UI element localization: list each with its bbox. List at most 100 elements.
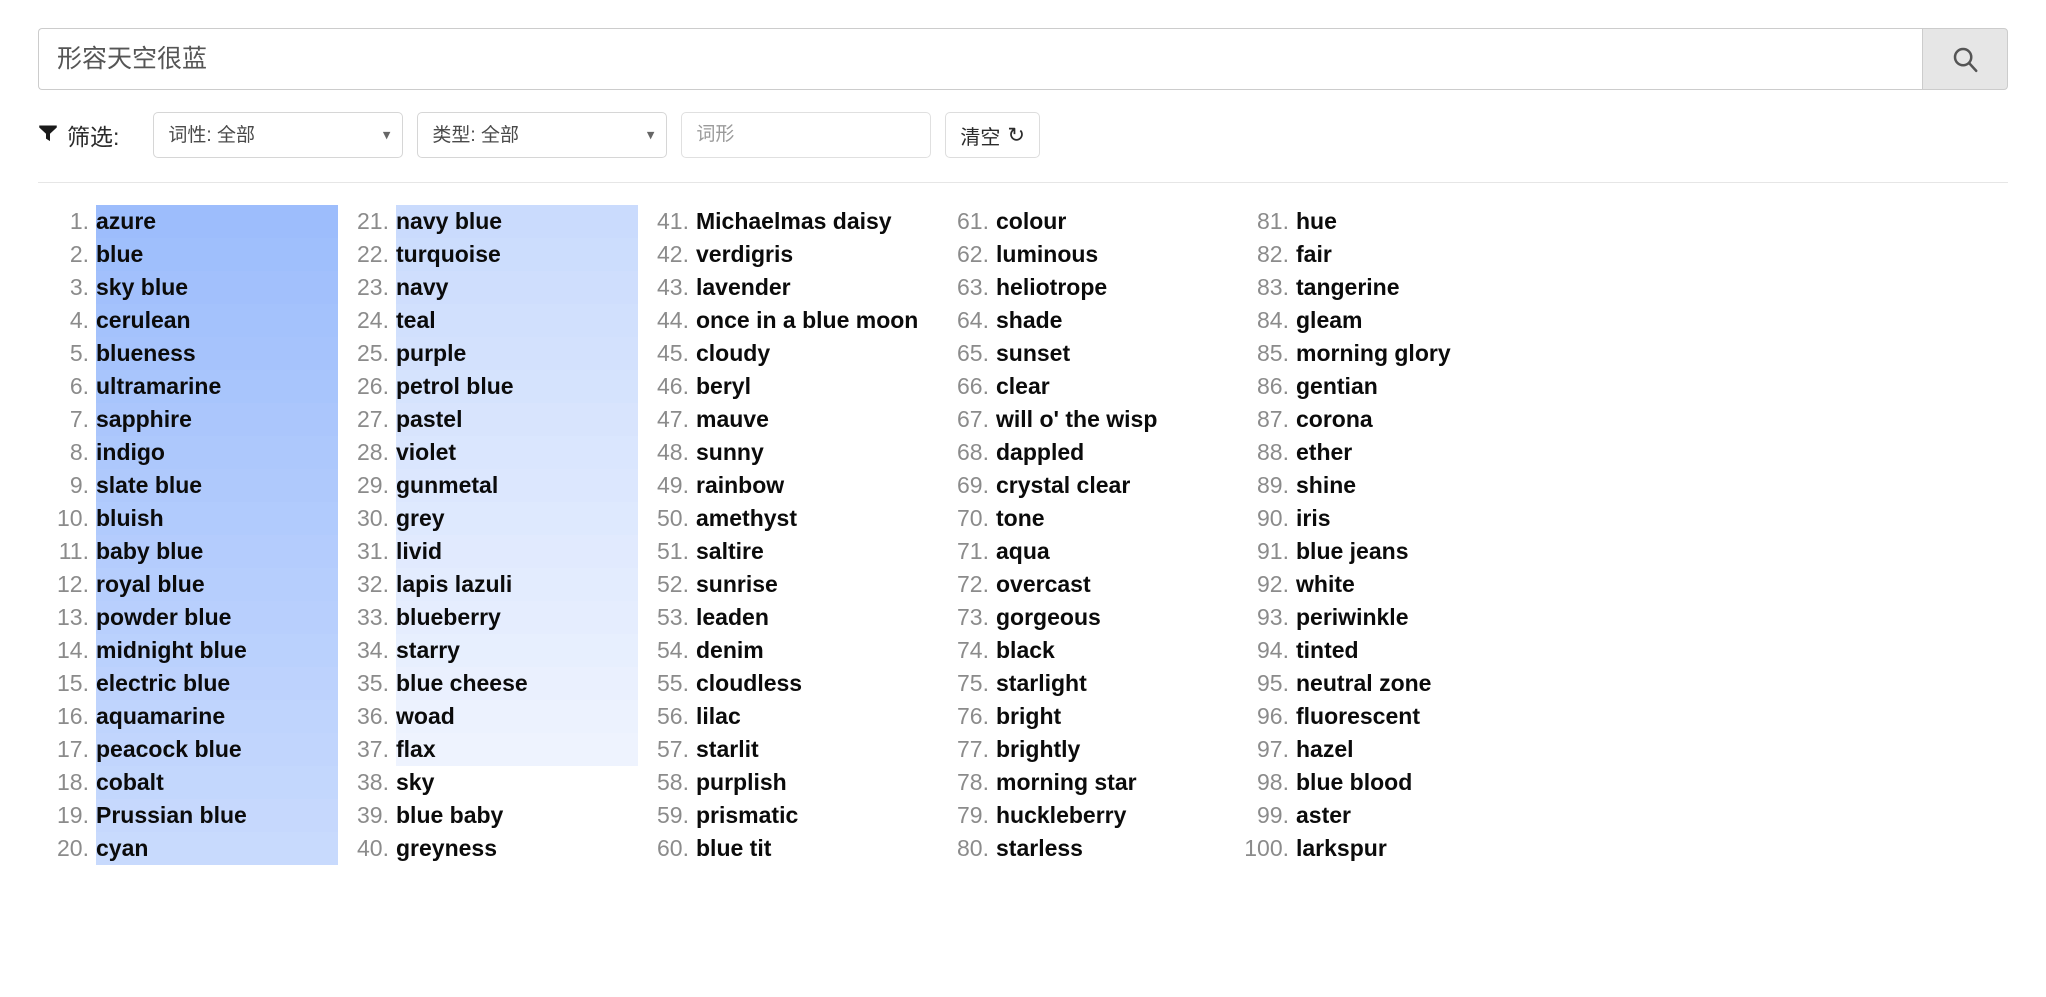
result-item-word[interactable]: livid	[396, 535, 638, 568]
result-item-word[interactable]: midnight blue	[96, 634, 338, 667]
result-item-word[interactable]: aqua	[996, 535, 1238, 568]
result-item[interactable]: 80. starless	[938, 832, 1238, 865]
result-item-word[interactable]: gentian	[1296, 370, 1538, 403]
result-item[interactable]: 5. blueness	[38, 337, 338, 370]
result-item-word[interactable]: bluish	[96, 502, 338, 535]
result-item-word[interactable]: ether	[1296, 436, 1538, 469]
result-item[interactable]: 30. grey	[338, 502, 638, 535]
result-item[interactable]: 12. royal blue	[38, 568, 338, 601]
result-item-word[interactable]: cyan	[96, 832, 338, 865]
result-item-word[interactable]: verdigris	[696, 238, 938, 271]
result-item-word[interactable]: shade	[996, 304, 1238, 337]
result-item-word[interactable]: flax	[396, 733, 638, 766]
result-item[interactable]: 11. baby blue	[38, 535, 338, 568]
result-item-word[interactable]: sapphire	[96, 403, 338, 436]
result-item[interactable]: 76. bright	[938, 700, 1238, 733]
result-item[interactable]: 20. cyan	[38, 832, 338, 865]
result-item[interactable]: 49. rainbow	[638, 469, 938, 502]
result-item[interactable]: 29. gunmetal	[338, 469, 638, 502]
result-item[interactable]: 1. azure	[38, 205, 338, 238]
result-item-word[interactable]: hue	[1296, 205, 1538, 238]
result-item[interactable]: 60. blue tit	[638, 832, 938, 865]
result-item[interactable]: 40. greyness	[338, 832, 638, 865]
result-item[interactable]: 21. navy blue	[338, 205, 638, 238]
result-item[interactable]: 61. colour	[938, 205, 1238, 238]
result-item-word[interactable]: grey	[396, 502, 638, 535]
result-item[interactable]: 33. blueberry	[338, 601, 638, 634]
result-item[interactable]: 48. sunny	[638, 436, 938, 469]
result-item-word[interactable]: leaden	[696, 601, 938, 634]
result-item[interactable]: 88. ether	[1238, 436, 1538, 469]
result-item[interactable]: 32. lapis lazuli	[338, 568, 638, 601]
result-item[interactable]: 77. brightly	[938, 733, 1238, 766]
result-item[interactable]: 56. lilac	[638, 700, 938, 733]
result-item-word[interactable]: purplish	[696, 766, 938, 799]
result-item[interactable]: 86. gentian	[1238, 370, 1538, 403]
result-item[interactable]: 72. overcast	[938, 568, 1238, 601]
result-item[interactable]: 13. powder blue	[38, 601, 338, 634]
result-item-word[interactable]: hazel	[1296, 733, 1538, 766]
result-item[interactable]: 92. white	[1238, 568, 1538, 601]
result-item[interactable]: 100. larkspur	[1238, 832, 1538, 865]
result-item-word[interactable]: tangerine	[1296, 271, 1538, 304]
result-item[interactable]: 50. amethyst	[638, 502, 938, 535]
result-item[interactable]: 18. cobalt	[38, 766, 338, 799]
result-item[interactable]: 28. violet	[338, 436, 638, 469]
result-item-word[interactable]: greyness	[396, 832, 638, 865]
result-item-word[interactable]: periwinkle	[1296, 601, 1538, 634]
result-item[interactable]: 87. corona	[1238, 403, 1538, 436]
result-item[interactable]: 17. peacock blue	[38, 733, 338, 766]
result-item-word[interactable]: royal blue	[96, 568, 338, 601]
result-item-word[interactable]: teal	[396, 304, 638, 337]
result-item-word[interactable]: blue baby	[396, 799, 638, 832]
result-item[interactable]: 41. Michaelmas daisy	[638, 205, 938, 238]
result-item-word[interactable]: tinted	[1296, 634, 1538, 667]
result-item-word[interactable]: amethyst	[696, 502, 938, 535]
search-button[interactable]	[1922, 28, 2008, 90]
result-item-word[interactable]: crystal clear	[996, 469, 1238, 502]
result-item-word[interactable]: neutral zone	[1296, 667, 1538, 700]
type-select[interactable]: 类型: 全部	[417, 112, 668, 158]
result-item[interactable]: 94. tinted	[1238, 634, 1538, 667]
result-item-word[interactable]: blueness	[96, 337, 338, 370]
result-item[interactable]: 52. sunrise	[638, 568, 938, 601]
result-item-word[interactable]: clear	[996, 370, 1238, 403]
result-item[interactable]: 82. fair	[1238, 238, 1538, 271]
clear-filters-button[interactable]: 清空 ↻	[945, 112, 1040, 158]
result-item[interactable]: 83. tangerine	[1238, 271, 1538, 304]
result-item-word[interactable]: lavender	[696, 271, 938, 304]
result-item-word[interactable]: white	[1296, 568, 1538, 601]
result-item[interactable]: 51. saltire	[638, 535, 938, 568]
result-item-word[interactable]: larkspur	[1296, 832, 1538, 865]
result-item[interactable]: 44. once in a blue moon	[638, 304, 938, 337]
result-item-word[interactable]: brightly	[996, 733, 1238, 766]
result-item-word[interactable]: starlit	[696, 733, 938, 766]
result-item-word[interactable]: Michaelmas daisy	[696, 205, 938, 238]
result-item[interactable]: 36. woad	[338, 700, 638, 733]
result-item[interactable]: 95. neutral zone	[1238, 667, 1538, 700]
result-item[interactable]: 85. morning glory	[1238, 337, 1538, 370]
result-item-word[interactable]: electric blue	[96, 667, 338, 700]
result-item-word[interactable]: rainbow	[696, 469, 938, 502]
result-item-word[interactable]: tone	[996, 502, 1238, 535]
result-item[interactable]: 14. midnight blue	[38, 634, 338, 667]
result-item-word[interactable]: sunrise	[696, 568, 938, 601]
result-item-word[interactable]: luminous	[996, 238, 1238, 271]
result-item[interactable]: 22. turquoise	[338, 238, 638, 271]
result-item[interactable]: 27. pastel	[338, 403, 638, 436]
result-item-word[interactable]: saltire	[696, 535, 938, 568]
result-item-word[interactable]: black	[996, 634, 1238, 667]
result-item-word[interactable]: Prussian blue	[96, 799, 338, 832]
result-item[interactable]: 53. leaden	[638, 601, 938, 634]
result-item-word[interactable]: navy	[396, 271, 638, 304]
result-item-word[interactable]: will o' the wisp	[996, 403, 1238, 436]
result-item[interactable]: 57. starlit	[638, 733, 938, 766]
result-item[interactable]: 2. blue	[38, 238, 338, 271]
result-item[interactable]: 4. cerulean	[38, 304, 338, 337]
result-item-word[interactable]: starless	[996, 832, 1238, 865]
result-item-word[interactable]: bright	[996, 700, 1238, 733]
result-item-word[interactable]: woad	[396, 700, 638, 733]
result-item[interactable]: 89. shine	[1238, 469, 1538, 502]
pos-select[interactable]: 词性: 全部	[153, 112, 404, 158]
result-item[interactable]: 47. mauve	[638, 403, 938, 436]
